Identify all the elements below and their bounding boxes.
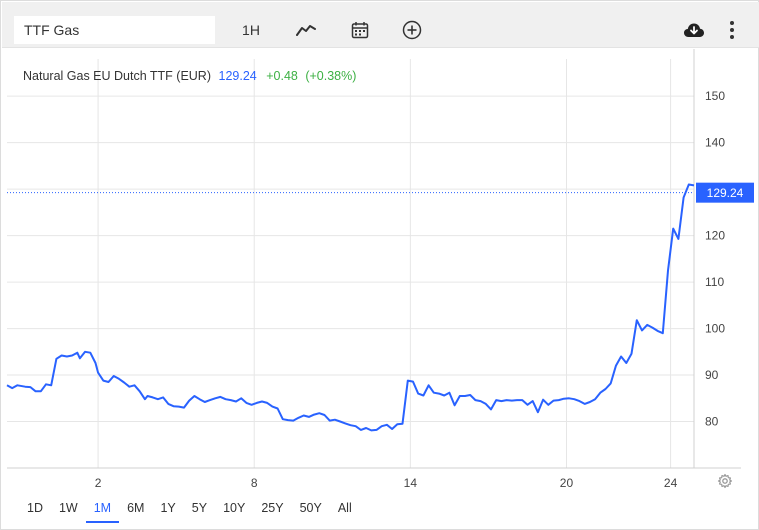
x-tick-label: 2 xyxy=(95,476,102,490)
x-tick-label: 24 xyxy=(664,476,678,490)
chart-legend: Natural Gas EU Dutch TTF (EUR) 129.24 +0… xyxy=(23,69,356,83)
range-button-1w[interactable]: 1W xyxy=(51,497,86,523)
range-button-10y[interactable]: 10Y xyxy=(215,497,253,523)
y-tick-label: 100 xyxy=(705,322,725,336)
chart-settings-button[interactable] xyxy=(717,473,733,489)
legend-change-percent: (+0.38%) xyxy=(305,69,357,83)
range-button-50y[interactable]: 50Y xyxy=(292,497,330,523)
range-button-1y[interactable]: 1Y xyxy=(152,497,183,523)
x-tick-label: 14 xyxy=(404,476,418,490)
gear-icon xyxy=(717,473,733,489)
range-button-25y[interactable]: 25Y xyxy=(253,497,291,523)
y-tick-label: 110 xyxy=(705,275,724,289)
y-tick-label: 80 xyxy=(705,415,719,429)
last-price-label: 129.24 xyxy=(707,186,744,200)
legend-change: +0.48 xyxy=(266,69,298,83)
range-button-1d[interactable]: 1D xyxy=(19,497,51,523)
x-tick-label: 8 xyxy=(251,476,258,490)
range-button-1m[interactable]: 1M xyxy=(85,497,120,523)
y-tick-label: 120 xyxy=(705,229,725,243)
legend-price: 129.24 xyxy=(218,69,257,83)
chart-widget: 1H xyxy=(0,0,759,530)
range-button-6m[interactable]: 6M xyxy=(119,497,152,523)
x-tick-label: 20 xyxy=(560,476,574,490)
y-tick-label: 150 xyxy=(705,89,725,103)
instrument-name: Natural Gas EU Dutch TTF (EUR) xyxy=(23,69,212,83)
range-button-all[interactable]: All xyxy=(330,497,360,523)
series-line-0 xyxy=(6,183,695,432)
range-button-5y[interactable]: 5Y xyxy=(184,497,215,523)
range-selector: 1D 1W 1M 6M 1Y 5Y 10Y 25Y 50Y All xyxy=(19,497,360,523)
y-tick-label: 140 xyxy=(705,136,725,150)
y-tick-label: 90 xyxy=(705,368,719,382)
